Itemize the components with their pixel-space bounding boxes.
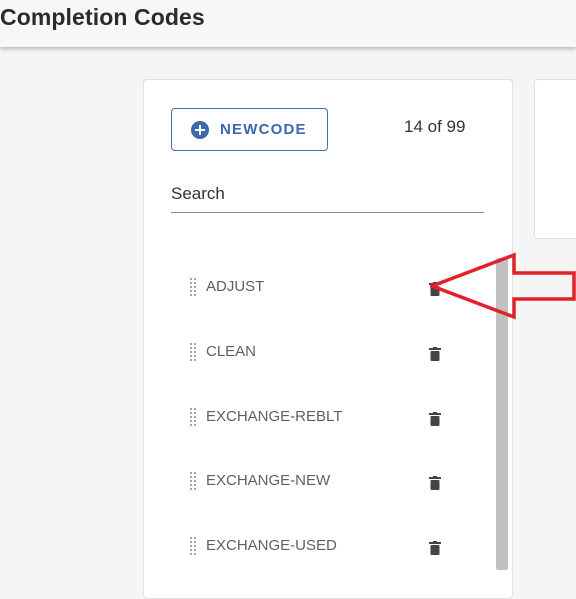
list-item-label: EXCHANGE-NEW xyxy=(206,472,331,489)
detail-panel xyxy=(534,79,576,239)
search-input[interactable]: Search xyxy=(171,184,225,204)
list-item[interactable]: EXCHANGE-REBLT xyxy=(189,403,469,433)
annotation-arrow-icon xyxy=(430,252,576,320)
list-item[interactable]: EXCHANGE-NEW xyxy=(189,467,469,497)
list-item[interactable]: EXCHANGE-USED xyxy=(189,532,469,562)
trash-icon[interactable] xyxy=(429,476,441,490)
drag-handle-icon[interactable] xyxy=(189,471,197,491)
page-title: Completion Codes xyxy=(0,4,205,30)
list-item-label: EXCHANGE-USED xyxy=(206,537,337,554)
list-item-label: CLEAN xyxy=(206,343,257,360)
new-code-button[interactable]: NEWCODE xyxy=(171,108,328,151)
app-bar: Completion Codes xyxy=(0,0,576,47)
plus-circle-icon xyxy=(191,120,209,139)
trash-icon[interactable] xyxy=(429,412,441,426)
new-code-label: NEWCODE xyxy=(220,121,307,138)
trash-icon[interactable] xyxy=(429,347,441,361)
list-item[interactable]: ADJUST xyxy=(189,273,469,303)
drag-handle-icon[interactable] xyxy=(189,407,197,427)
drag-handle-icon[interactable] xyxy=(189,342,197,362)
list-item-label: EXCHANGE-REBLT xyxy=(206,408,343,425)
record-count: 14 of 99 xyxy=(404,117,466,136)
list-item-label: ADJUST xyxy=(206,278,265,295)
drag-handle-icon[interactable] xyxy=(189,536,197,556)
drag-handle-icon[interactable] xyxy=(189,277,197,297)
trash-icon[interactable] xyxy=(429,541,441,555)
list-item[interactable]: CLEAN xyxy=(189,338,469,368)
search-underline xyxy=(171,212,484,213)
